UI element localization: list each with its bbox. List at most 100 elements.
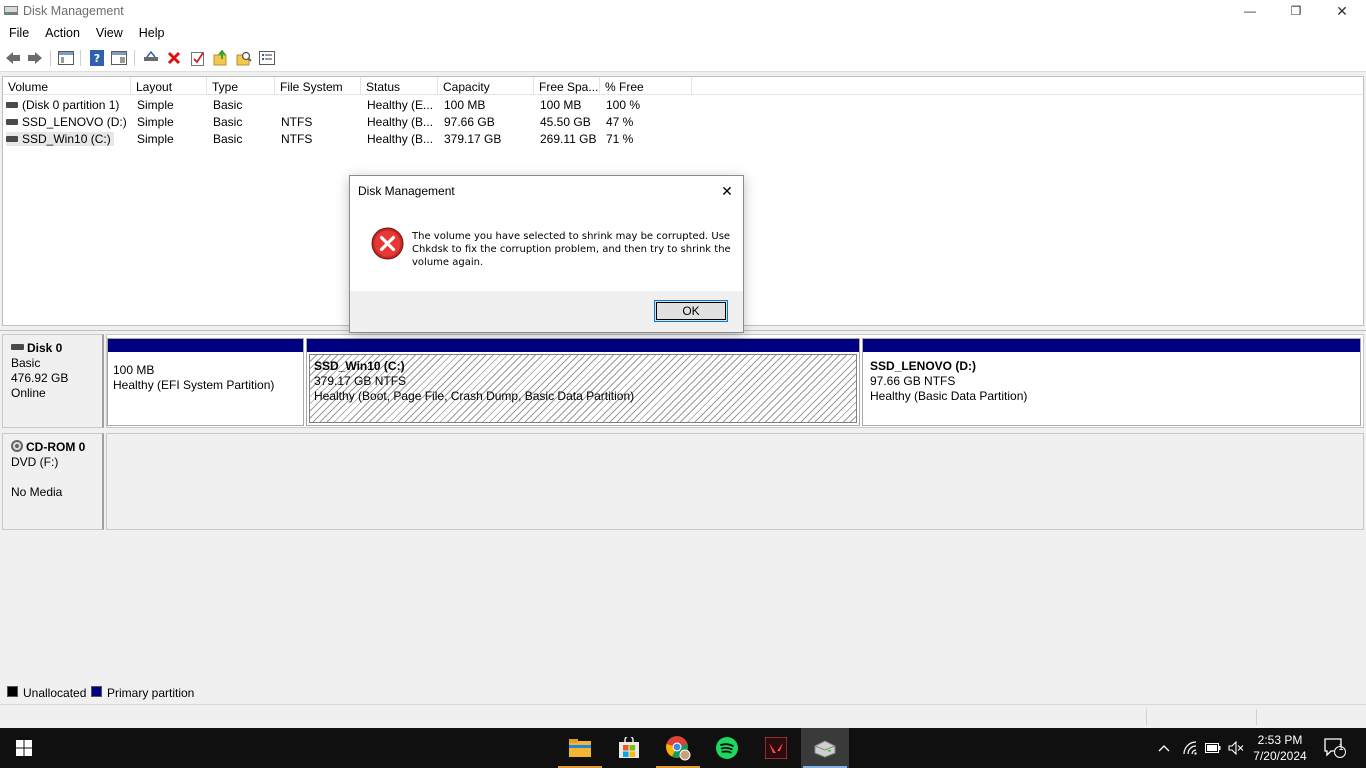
disk-kind: DVD (F:) — [11, 455, 59, 469]
clock-time: 2:53 PM — [1257, 733, 1303, 747]
action-center-button[interactable]: 1 — [1320, 728, 1350, 768]
properties-icon — [111, 51, 127, 65]
menu-view[interactable]: View — [87, 23, 130, 44]
column-file-system[interactable]: File System — [275, 77, 361, 95]
microsoft-store-icon — [619, 737, 639, 758]
cdrom-0-label[interactable]: CD-ROM 0 DVD (F:) No Media — [2, 433, 104, 530]
partition-status: Healthy (EFI System Partition) — [113, 378, 275, 392]
column-volume[interactable]: Volume — [3, 77, 131, 95]
ok-button[interactable]: OK — [654, 300, 728, 322]
taskbar-file-explorer[interactable] — [556, 728, 604, 768]
taskbar-valorant[interactable] — [752, 728, 800, 768]
partition-ssd-lenovo[interactable]: SSD_LENOVO (D:) 97.66 GB NTFS Healthy (B… — [862, 338, 1361, 426]
table-row[interactable]: SSD_LENOVO (D:) Simple Basic NTFS Health… — [3, 113, 1363, 130]
delete-icon — [167, 51, 181, 65]
cdrom-0-area — [106, 433, 1364, 530]
menu-help[interactable]: Help — [130, 23, 172, 44]
taskbar-spotify[interactable] — [703, 728, 751, 768]
maximize-button[interactable]: ❐ — [1273, 0, 1319, 22]
wifi-icon — [1183, 741, 1197, 755]
partition-efi[interactable]: 100 MB Healthy (EFI System Partition) — [107, 338, 304, 426]
start-button[interactable] — [0, 728, 48, 768]
menu-file[interactable]: File — [0, 23, 36, 44]
close-icon: ✕ — [721, 182, 733, 199]
properties-button[interactable] — [110, 49, 128, 67]
taskbar-clock[interactable]: 2:53 PM 7/20/2024 — [1240, 732, 1320, 764]
volume-layout: Simple — [137, 132, 174, 146]
spotify-icon — [716, 737, 738, 759]
battery-button[interactable] — [1202, 728, 1224, 768]
disk-management-icon — [814, 740, 836, 758]
explore-button[interactable] — [235, 49, 253, 67]
disk-size: 476.92 GB — [11, 371, 69, 385]
taskbar-microsoft-store[interactable] — [605, 728, 653, 768]
network-button[interactable] — [1178, 728, 1202, 768]
legend-primary-partition: Primary partition — [107, 686, 195, 700]
toolbar-separator — [80, 50, 81, 66]
column-capacity[interactable]: Capacity — [438, 77, 534, 95]
open-icon — [213, 50, 227, 66]
column-free-space[interactable]: Free Spa... — [534, 77, 600, 95]
svg-text:?: ? — [94, 52, 100, 65]
list-view-icon — [259, 51, 275, 65]
disk-0-label[interactable]: Disk 0 Basic 476.92 GB Online — [2, 334, 104, 428]
table-row[interactable]: (Disk 0 partition 1) Simple Basic Health… — [3, 96, 1363, 113]
primary-partition-bar — [863, 339, 1360, 352]
legend-unallocated: Unallocated — [23, 686, 87, 700]
help-button[interactable]: ? — [88, 49, 106, 67]
back-button[interactable] — [4, 49, 22, 67]
partition-ssd-win10[interactable]: SSD_Win10 (C:) 379.17 GB NTFS Healthy (B… — [306, 338, 860, 426]
error-icon — [371, 227, 404, 260]
column-percent-free[interactable]: % Free — [600, 77, 692, 95]
volume-capacity: 379.17 GB — [444, 132, 502, 146]
error-dialog: Disk Management ✕ The volume you have se… — [349, 175, 744, 333]
status-divider — [1256, 709, 1257, 725]
disk-size — [11, 470, 102, 485]
volume-percent-free: 71 % — [606, 132, 634, 146]
volume-file-system: NTFS — [281, 132, 313, 146]
primary-partition-bar — [108, 339, 303, 352]
console-tree-icon — [58, 51, 74, 65]
unallocated-swatch — [7, 686, 18, 697]
open-button[interactable] — [212, 49, 230, 67]
table-row[interactable]: SSD_Win10 (C:) Simple Basic NTFS Healthy… — [3, 130, 1363, 147]
connect-button[interactable] — [142, 49, 160, 67]
column-status[interactable]: Status — [361, 77, 438, 95]
column-type[interactable]: Type — [207, 77, 275, 95]
dialog-close-button[interactable]: ✕ — [718, 182, 736, 200]
taskbar-chrome[interactable] — [654, 728, 702, 768]
menu-action[interactable]: Action — [36, 23, 87, 44]
disk-kind: Basic — [11, 356, 41, 370]
delete-button[interactable] — [165, 49, 183, 67]
volume-layout: Simple — [137, 115, 174, 129]
volume-free-space: 269.11 GB — [540, 132, 597, 146]
dialog-message: The volume you have selected to shrink m… — [412, 231, 731, 268]
partition-size: 379.17 GB NTFS — [314, 374, 407, 388]
back-icon — [6, 52, 20, 64]
forward-icon — [28, 52, 42, 64]
column-layout[interactable]: Layout — [131, 77, 207, 95]
volume-list-header: Volume Layout Type File System Status Ca… — [3, 77, 1363, 95]
volume-status: Healthy (B... — [367, 132, 434, 146]
partition-name: SSD_LENOVO (D:) — [870, 359, 977, 373]
minimize-button[interactable]: — — [1227, 0, 1273, 22]
partition-status: Healthy (Basic Data Partition) — [870, 389, 1028, 403]
list-view-button[interactable] — [258, 49, 276, 67]
chevron-up-icon — [1158, 745, 1170, 752]
forward-button[interactable] — [26, 49, 44, 67]
taskbar-disk-management[interactable] — [801, 728, 849, 768]
partition-name: SSD_Win10 (C:) — [314, 359, 405, 373]
volume-percent-free: 47 % — [606, 115, 634, 129]
help-icon: ? — [90, 50, 104, 66]
check-button[interactable] — [189, 49, 207, 67]
windows-logo-icon — [16, 740, 32, 756]
file-explorer-icon — [569, 739, 591, 757]
volume-icon — [6, 101, 18, 108]
disk-name: CD-ROM 0 — [26, 440, 86, 454]
close-button[interactable]: ✕ — [1319, 0, 1365, 22]
volume-icon — [6, 118, 18, 125]
partition-status: Healthy (Boot, Page File, Crash Dump, Ba… — [314, 389, 635, 403]
primary-partition-bar — [307, 339, 859, 352]
console-tree-button[interactable] — [57, 49, 75, 67]
show-hidden-icons-button[interactable] — [1153, 728, 1175, 768]
